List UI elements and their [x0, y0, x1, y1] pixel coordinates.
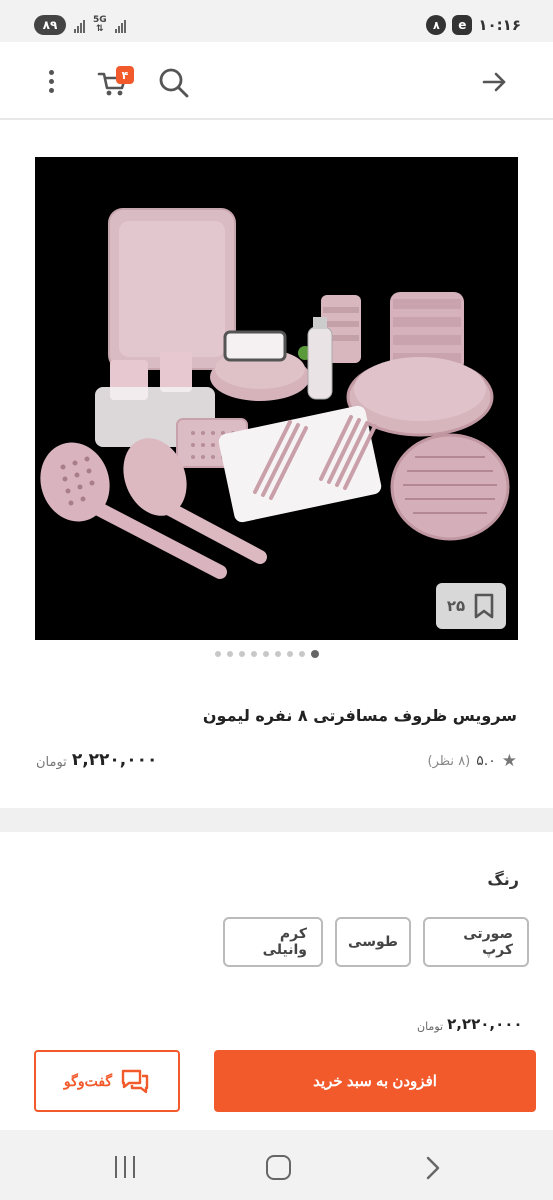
- product-rating[interactable]: ★ ۵.۰ (۸ نظر): [428, 751, 517, 771]
- pagination-dot[interactable]: [215, 651, 221, 657]
- app-header: ۴: [0, 42, 553, 120]
- cart-button[interactable]: ۴: [97, 66, 137, 100]
- search-button[interactable]: [157, 66, 193, 102]
- bookmark-icon: [474, 593, 494, 619]
- product-title: سرویس ظروف مسافرتی ۸ نفره لیمون: [202, 706, 517, 725]
- network-indicator: 5G ⇅: [93, 16, 107, 34]
- pagination-dot[interactable]: [299, 651, 305, 657]
- pagination-dot[interactable]: [287, 651, 293, 657]
- back-arrow-icon: [482, 72, 506, 92]
- color-option-cream[interactable]: کرم وانیلی: [223, 917, 323, 967]
- recent-apps-icon[interactable]: [113, 1156, 137, 1178]
- add-to-cart-button[interactable]: افزودن به سبد خرید: [214, 1050, 536, 1112]
- rating-value: ۵.۰: [476, 753, 496, 769]
- product-price: تومان ۲,۲۲۰,۰۰۰: [36, 750, 157, 770]
- bookmark-count: ۲۵: [446, 597, 466, 615]
- product-photo: [35, 157, 518, 640]
- chat-button[interactable]: گفت‌وگو: [34, 1050, 180, 1112]
- pagination-dot[interactable]: [263, 651, 269, 657]
- back-button[interactable]: [480, 68, 512, 96]
- pagination-dot[interactable]: [251, 651, 257, 657]
- signal-icon-2: [114, 17, 126, 33]
- gallery-pagination: [215, 650, 319, 658]
- menu-icon[interactable]: [41, 68, 63, 96]
- star-icon: ★: [501, 751, 517, 771]
- pagination-dot[interactable]: [227, 651, 233, 657]
- status-bar: ۸۹ 5G ⇅ ۸ e ۱۰:۱۶: [0, 0, 553, 42]
- clock: ۱۰:۱۶: [478, 16, 521, 34]
- rating-count: (۸ نظر): [427, 753, 471, 769]
- footer-price: تومان ۲,۲۲۰,۰۰۰: [417, 1015, 523, 1033]
- data-arrows-icon: ⇅: [96, 24, 104, 34]
- footer-price-amount: ۲,۲۲۰,۰۰۰: [447, 1015, 523, 1033]
- system-nav-bar: [0, 1130, 553, 1200]
- status-left: ۸۹ 5G ⇅: [34, 15, 126, 35]
- pagination-dot[interactable]: [239, 651, 245, 657]
- pagination-dot[interactable]: [275, 651, 281, 657]
- footer-price-unit: تومان: [417, 1020, 444, 1033]
- chat-button-label: گفت‌وگو: [63, 1072, 113, 1089]
- system-back-icon[interactable]: [420, 1154, 444, 1182]
- notification-count-icon: ۸: [426, 15, 447, 35]
- bookmark-button[interactable]: ۲۵: [436, 583, 506, 629]
- app-notification-icon: e: [452, 15, 473, 35]
- home-icon[interactable]: [266, 1155, 291, 1180]
- signal-icon: [74, 17, 85, 33]
- price-unit: تومان: [36, 755, 67, 770]
- pagination-dot-active[interactable]: [311, 650, 319, 658]
- cart-badge: ۴: [116, 66, 134, 84]
- product-image-gallery[interactable]: ۲۵: [35, 157, 518, 640]
- color-option-pink[interactable]: صورتی کرپ: [423, 917, 529, 967]
- chat-icon: [121, 1069, 149, 1094]
- price-amount: ۲,۲۲۰,۰۰۰: [71, 750, 158, 770]
- color-section-label: رنگ: [487, 870, 519, 889]
- color-options: صورتی کرپ طوسی کرم وانیلی: [223, 917, 529, 967]
- battery-indicator: ۸۹: [34, 15, 66, 35]
- section-divider: [0, 808, 553, 832]
- status-right: ۸ e ۱۰:۱۶: [426, 15, 521, 35]
- color-option-gray[interactable]: طوسی: [335, 917, 411, 967]
- search-icon: [159, 68, 189, 98]
